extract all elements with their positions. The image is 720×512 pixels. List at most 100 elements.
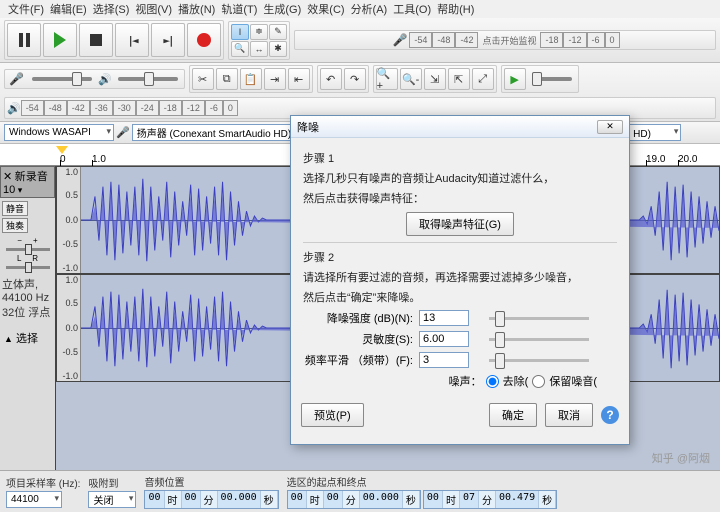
help-icon[interactable]: ?	[601, 406, 619, 424]
ruler-tick: 1.0	[92, 154, 106, 165]
undo-button[interactable]: ↶	[320, 68, 342, 90]
freq-smoothing-input[interactable]	[419, 352, 469, 368]
menu-effect[interactable]: 效果(C)	[305, 0, 346, 18]
project-rate-label: 项目采样率 (Hz):	[6, 475, 80, 490]
audio-host-combo[interactable]: Windows WASAPI	[4, 124, 114, 141]
timeshift-tool[interactable]: ↔	[250, 41, 268, 57]
paste-button[interactable]: 📋	[240, 68, 262, 90]
track-bitdepth: 32位 浮点	[2, 304, 53, 320]
play-meter-tick: -54	[21, 100, 44, 116]
menu-transport[interactable]: 播放(N)	[176, 0, 217, 18]
trim-button[interactable]: ⇥	[264, 68, 286, 90]
speaker-icon: 🔊	[7, 102, 21, 115]
play-button[interactable]	[43, 23, 77, 57]
playback-volume-slider[interactable]	[118, 77, 178, 81]
noise-reduction-dialog: 降噪 ✕ 步骤 1 选择几秒只有噪声的音频让Audacity知道过滤什么， 然后…	[290, 115, 630, 445]
wave-scale-tick: 1.0	[65, 167, 78, 177]
play-meter-tick: -24	[136, 100, 159, 116]
zoom-in-button[interactable]: 🔍+	[376, 68, 398, 90]
draw-tool[interactable]: ✎	[269, 24, 287, 40]
fit-project-button[interactable]: ⇱	[448, 68, 470, 90]
menu-file[interactable]: 文件(F)	[6, 0, 46, 18]
selection-start-display[interactable]: 00时 00分 00.000秒	[287, 490, 421, 509]
skip-start-button[interactable]: |◄	[115, 23, 149, 57]
menu-edit[interactable]: 编辑(E)	[48, 0, 89, 18]
play-speed-slider[interactable]	[532, 77, 572, 81]
play-meter-tick: -36	[90, 100, 113, 116]
residue-radio-label: 保留噪音(	[549, 373, 597, 389]
copy-button[interactable]: ⧉	[216, 68, 238, 90]
redo-button[interactable]: ↷	[344, 68, 366, 90]
sensitivity-slider[interactable]	[489, 338, 589, 341]
play-at-speed-button[interactable]: ▶	[504, 68, 526, 90]
wave-scale-tick: -0.5	[62, 347, 78, 357]
dialog-close-button[interactable]: ✕	[597, 120, 623, 134]
play-meter-tick: -30	[113, 100, 136, 116]
pause-button[interactable]	[7, 23, 41, 57]
track-close-icon[interactable]: ✕	[3, 171, 12, 183]
record-icon	[197, 33, 211, 47]
wave-scale-tick: 0.0	[65, 215, 78, 225]
ruler-tick: 20.0	[678, 154, 697, 165]
step2-text: 然后点击“确定”来降噪。	[303, 289, 617, 305]
solo-button[interactable]: 独奏	[2, 218, 28, 233]
record-button[interactable]	[187, 23, 221, 57]
cut-button[interactable]: ✂	[192, 68, 214, 90]
wave-scale-tick: 0.0	[65, 323, 78, 333]
ok-button[interactable]: 确定	[489, 403, 537, 427]
play-meter-tick: -18	[159, 100, 182, 116]
multi-tool[interactable]: ✱	[269, 41, 287, 57]
envelope-tool[interactable]: ≑	[250, 24, 268, 40]
rec-meter-tick: -54	[409, 32, 432, 48]
noise-reduction-input[interactable]	[419, 310, 469, 326]
preview-button[interactable]: 预览(P)	[301, 403, 364, 427]
play-icon	[54, 32, 66, 48]
wave-scale-tick: 0.5	[65, 190, 78, 200]
skip-end-button[interactable]: ►|	[151, 23, 185, 57]
menu-select[interactable]: 选择(S)	[91, 0, 132, 18]
rec-meter-hint[interactable]: 点击开始监视	[478, 34, 540, 47]
zoom-out-button[interactable]: 🔍-	[400, 68, 422, 90]
selection-end-display[interactable]: 00时 07分 00.479秒	[423, 490, 557, 509]
menu-generate[interactable]: 生成(G)	[261, 0, 303, 18]
noise-reduction-label: 降噪强度 (dB)(N):	[303, 310, 413, 326]
play-meter-tick: -42	[67, 100, 90, 116]
stop-button[interactable]	[79, 23, 113, 57]
snap-to-combo[interactable]: 关闭	[88, 491, 136, 508]
menu-tools[interactable]: 工具(O)	[391, 0, 433, 18]
play-meter-tick: -6	[205, 100, 223, 116]
remove-radio[interactable]	[486, 375, 499, 388]
audio-position-label: 音频位置	[144, 474, 278, 489]
fit-selection-button[interactable]: ⇲	[424, 68, 446, 90]
selection-tool[interactable]: I	[231, 24, 249, 40]
wave-scale-tick: -1.0	[62, 371, 78, 381]
zoom-tool[interactable]: 🔍	[231, 41, 249, 57]
noise-reduction-slider[interactable]	[489, 317, 589, 320]
remove-radio-label: 去除(	[503, 373, 529, 389]
noise-label: 噪声：	[449, 373, 482, 389]
pause-icon	[19, 33, 30, 47]
track-gain-slider[interactable]	[6, 248, 50, 251]
freq-smoothing-slider[interactable]	[489, 359, 589, 362]
stop-icon	[90, 34, 102, 46]
zoom-toggle-button[interactable]: ⤢	[472, 68, 494, 90]
project-rate-combo[interactable]: 44100	[6, 491, 62, 508]
cancel-button[interactable]: 取消	[545, 403, 593, 427]
snap-to-label: 吸附到	[88, 475, 136, 490]
play-meter-tick: -48	[44, 100, 67, 116]
record-volume-slider[interactable]	[32, 77, 92, 81]
step1-title: 步骤 1	[303, 150, 617, 166]
track-pan-slider[interactable]	[6, 266, 50, 269]
residue-radio[interactable]	[532, 375, 545, 388]
sensitivity-input[interactable]	[419, 331, 469, 347]
menu-help[interactable]: 帮助(H)	[435, 0, 476, 18]
mute-button[interactable]: 静音	[2, 201, 28, 216]
menu-tracks[interactable]: 轨道(T)	[219, 0, 259, 18]
audio-position-display[interactable]: 00时 00分 00.000秒	[144, 490, 278, 509]
menu-view[interactable]: 视图(V)	[133, 0, 174, 18]
get-noise-profile-button[interactable]: 取得噪声特征(G)	[406, 212, 514, 236]
menu-analyze[interactable]: 分析(A)	[349, 0, 390, 18]
wave-scale-tick: -0.5	[62, 239, 78, 249]
freq-smoothing-label: 频率平滑 （频带）(F):	[303, 352, 413, 368]
silence-button[interactable]: ⇤	[288, 68, 310, 90]
